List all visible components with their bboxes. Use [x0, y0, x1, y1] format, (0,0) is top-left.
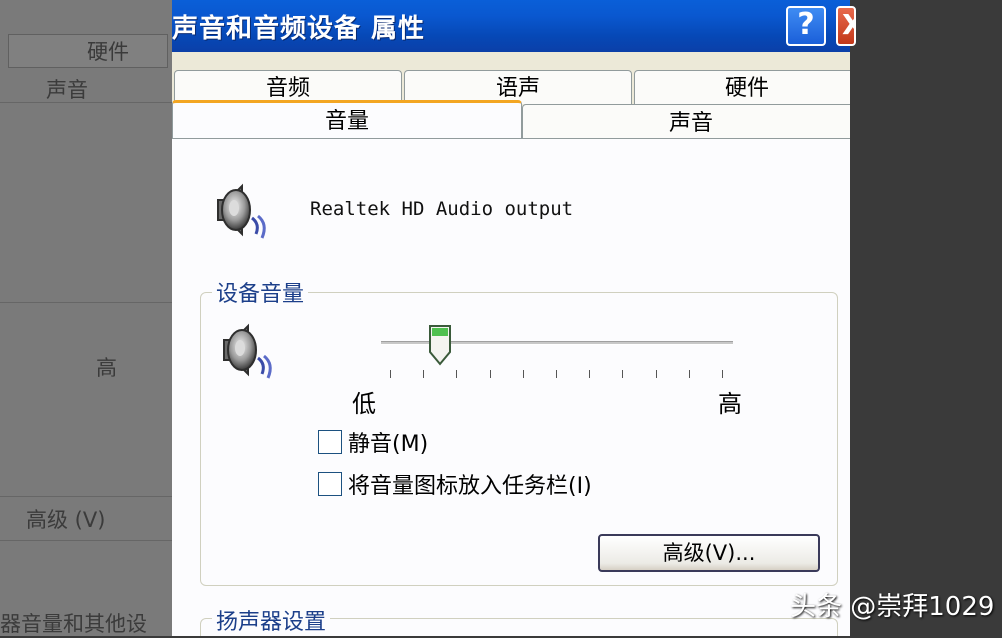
speaker-icon — [223, 323, 272, 379]
background-window: 硬件 声音 高 高级 (V) 器音量和其他设 — [0, 0, 172, 636]
volume-slider-thumb[interactable] — [428, 324, 452, 366]
sound-properties-dialog: 声音和音频设备 属性 音频 语声 硬件 音量 声音 Realtek HD Aud… — [172, 0, 850, 636]
tab-voice[interactable]: 语声 — [404, 70, 632, 104]
title-bar[interactable]: 声音和音频设备 属性 — [172, 0, 850, 52]
device-name: Realtek HD Audio output — [310, 198, 574, 220]
bg-advanced-button: 高级 (V) — [26, 508, 106, 532]
tab-hardware[interactable]: 硬件 — [634, 70, 850, 104]
taskbar-icon-label: 将音量图标放入任务栏(I) — [348, 474, 592, 499]
speaker-icon — [217, 183, 266, 239]
tab-audio[interactable]: 音频 — [174, 70, 402, 104]
advanced-button[interactable]: 高级(V)... — [598, 534, 820, 572]
taskbar-icon-checkbox[interactable] — [318, 472, 342, 496]
slider-tick — [589, 370, 591, 378]
bg-sound-label: 声音 — [46, 78, 88, 102]
help-button[interactable]: ? — [786, 6, 826, 46]
slider-tick — [556, 370, 557, 378]
device-volume-label: 设备音量 — [212, 276, 309, 308]
slider-tick — [655, 370, 657, 378]
speaker-settings-label: 扬声器设置 — [212, 604, 331, 636]
slider-tick — [622, 370, 624, 378]
volume-high-label: 高 — [718, 390, 742, 418]
tab-sounds[interactable]: 声音 — [522, 104, 850, 140]
close-icon: X — [842, 8, 854, 41]
slider-tick — [456, 370, 458, 378]
watermark: 头条 @崇拜1029 — [790, 592, 995, 622]
bg-divider — [0, 496, 172, 497]
help-icon: ? — [797, 7, 815, 42]
mute-label: 静音(M) — [348, 432, 429, 457]
tab-volume[interactable]: 音量 — [172, 100, 522, 138]
slider-tick — [722, 370, 723, 378]
bg-bottom-text: 器音量和其他设 — [0, 612, 147, 636]
slider-tick — [423, 370, 425, 378]
mute-checkbox[interactable] — [318, 430, 342, 454]
desktop-margin — [850, 0, 1002, 636]
slider-tick — [390, 370, 391, 378]
slider-tick — [489, 370, 491, 378]
bg-divider — [0, 302, 172, 303]
slider-tick — [522, 370, 524, 378]
close-button[interactable]: X — [836, 6, 856, 46]
window-title: 声音和音频设备 属性 — [172, 14, 426, 44]
bg-divider — [0, 540, 172, 541]
bg-tab-hardware: 硬件 — [8, 34, 168, 68]
slider-tick — [688, 370, 690, 378]
volume-low-label: 低 — [352, 390, 376, 418]
bg-high-label: 高 — [96, 356, 117, 380]
